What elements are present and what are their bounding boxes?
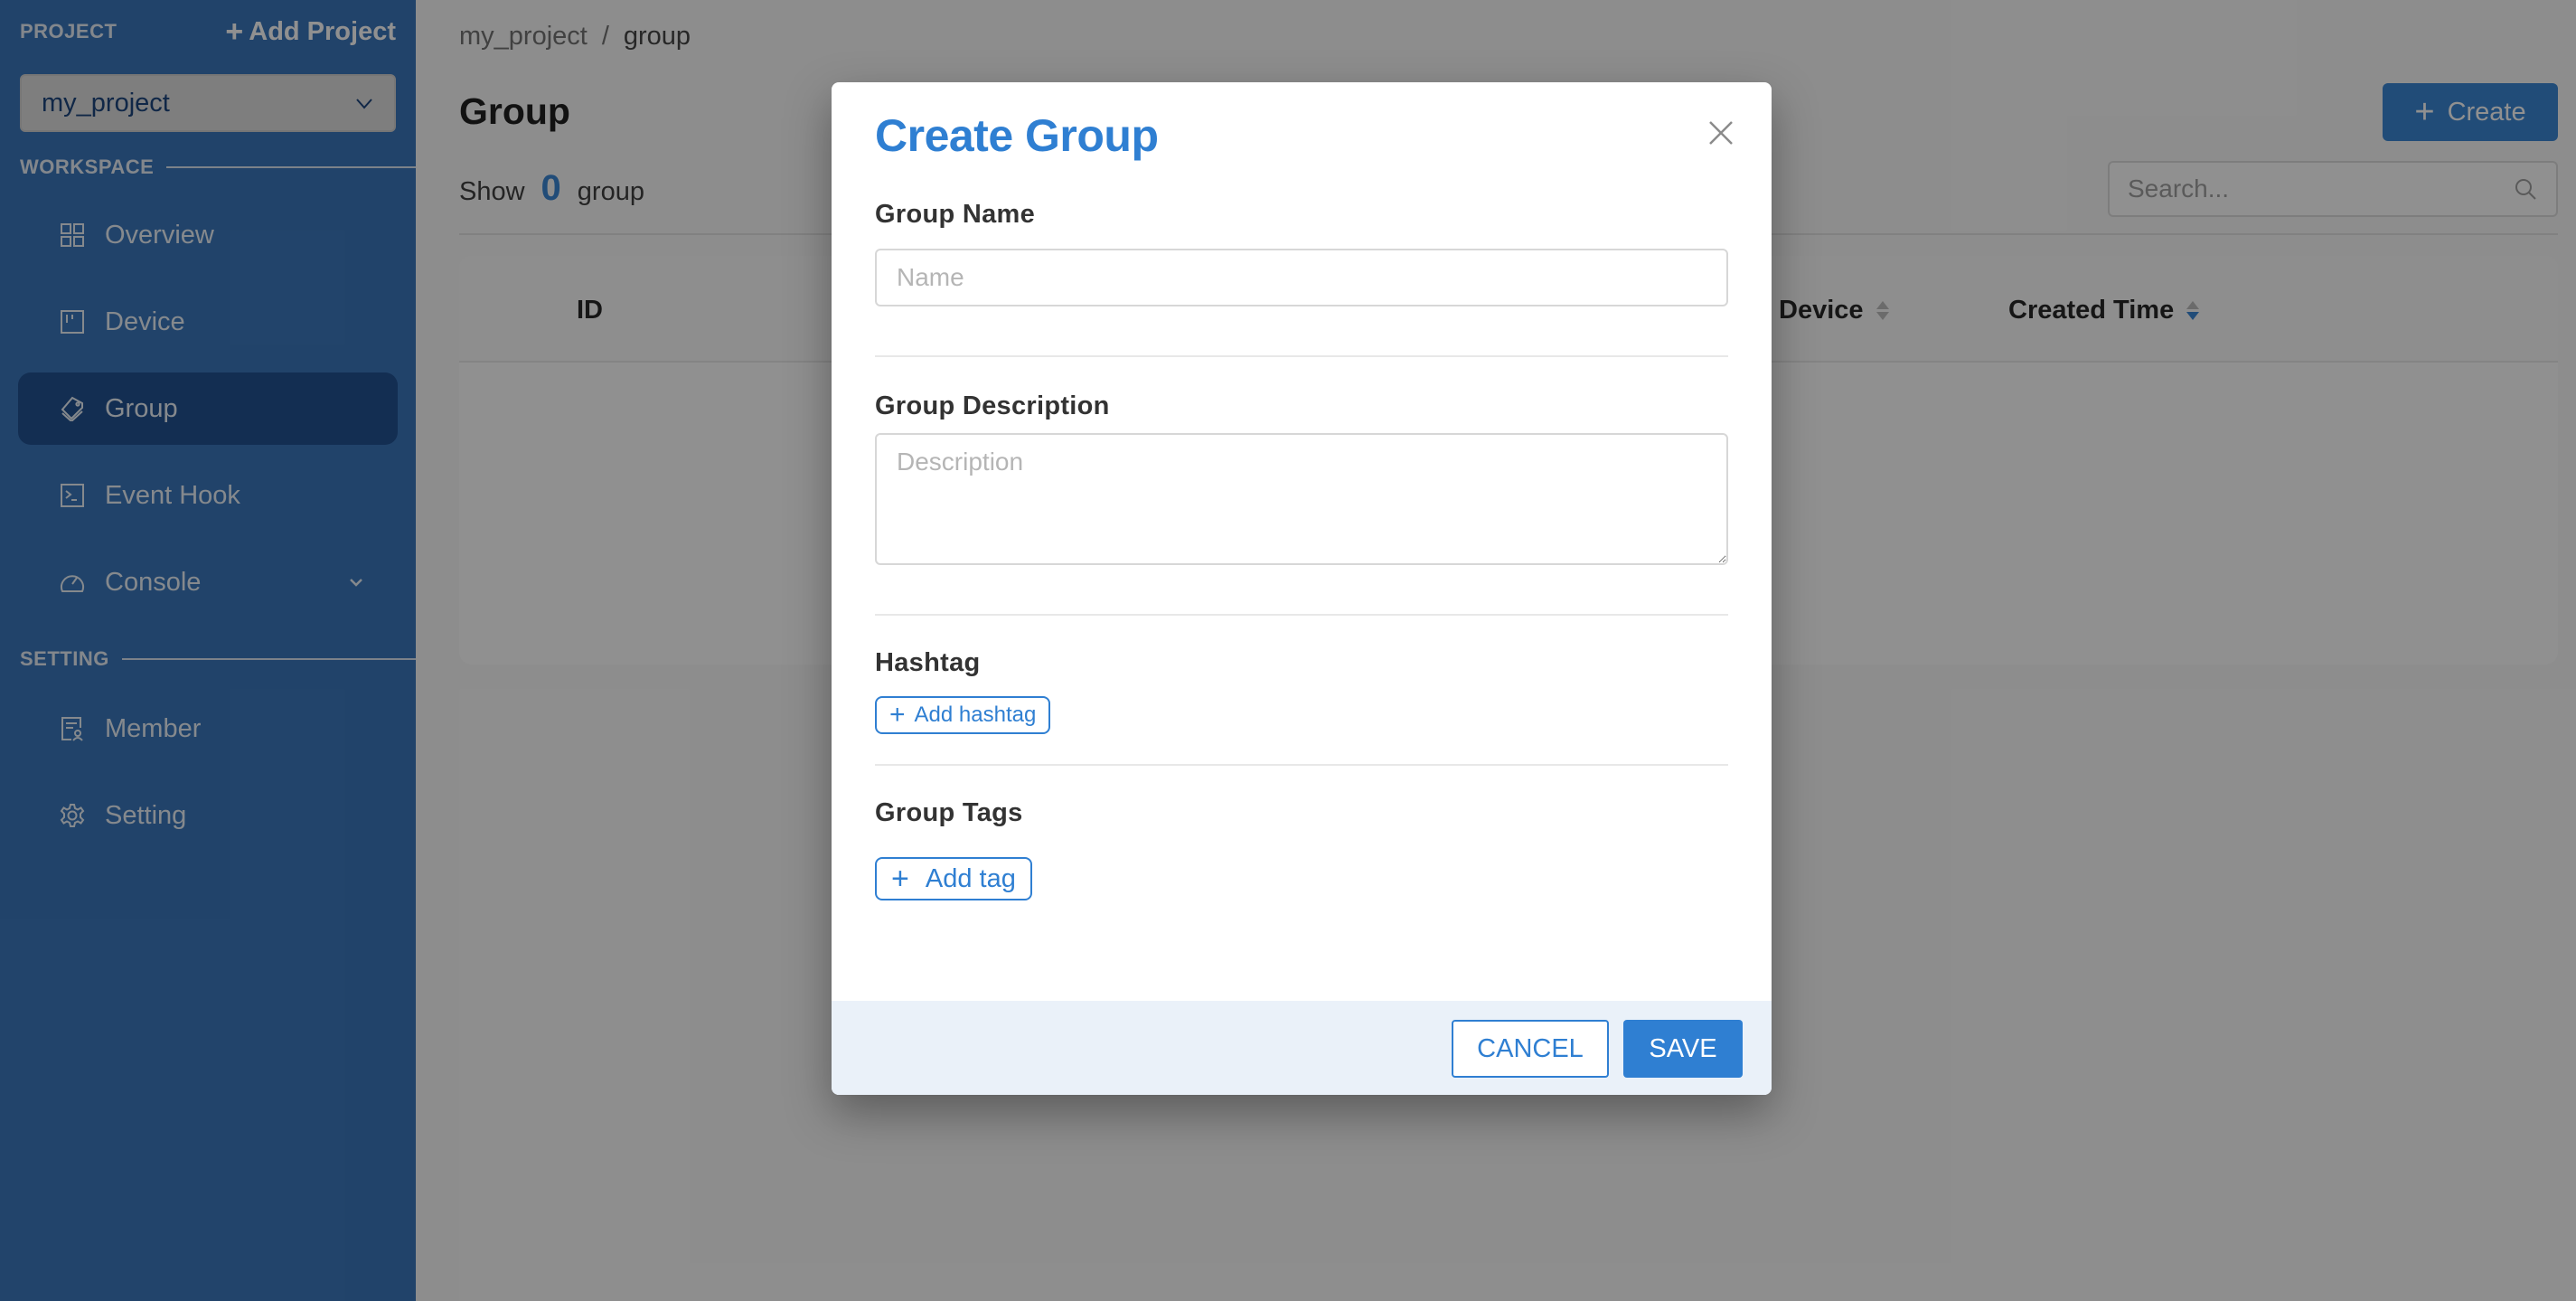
- dialog-footer: CANCEL SAVE: [832, 1001, 1772, 1095]
- save-button[interactable]: SAVE: [1623, 1020, 1743, 1078]
- hashtag-label: Hashtag: [875, 648, 981, 677]
- group-name-input[interactable]: [875, 249, 1728, 306]
- group-name-label: Group Name: [875, 200, 1036, 229]
- add-tag-button[interactable]: + Add tag: [875, 857, 1032, 900]
- group-description-label: Group Description: [875, 391, 1110, 420]
- cancel-button[interactable]: CANCEL: [1452, 1020, 1609, 1078]
- group-tags-label: Group Tags: [875, 798, 1023, 827]
- add-hashtag-button[interactable]: + Add hashtag: [875, 696, 1051, 734]
- create-group-dialog: Create Group Group Name Group Descriptio…: [832, 82, 1772, 1095]
- section-divider: [875, 355, 1728, 357]
- section-divider: [875, 614, 1728, 616]
- dialog-title: Create Group: [875, 110, 1159, 161]
- group-description-textarea[interactable]: [875, 433, 1728, 565]
- section-divider: [875, 764, 1728, 766]
- add-hashtag-label: Add hashtag: [914, 702, 1037, 727]
- close-icon[interactable]: [1705, 117, 1737, 149]
- plus-icon: +: [889, 700, 906, 730]
- plus-icon: +: [891, 862, 909, 896]
- add-tag-label: Add tag: [925, 863, 1016, 893]
